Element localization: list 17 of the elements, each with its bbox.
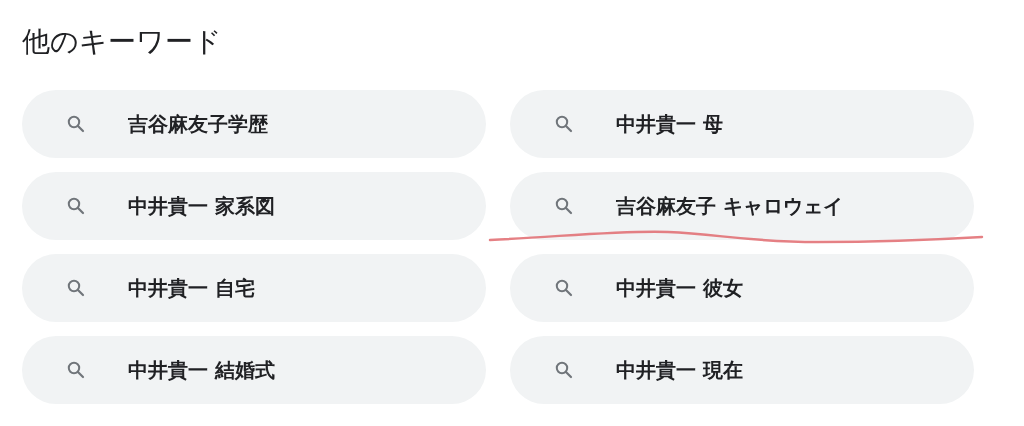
related-search-chip[interactable]: 中井貴一 家系図: [22, 172, 486, 240]
search-icon: [66, 196, 86, 216]
search-icon: [554, 360, 574, 380]
search-icon: [66, 360, 86, 380]
search-icon: [554, 278, 574, 298]
section-title: 他のキーワード: [22, 24, 222, 60]
related-search-chip[interactable]: 中井貴一 自宅: [22, 254, 486, 322]
search-icon: [554, 114, 574, 134]
related-search-chip[interactable]: 吉谷麻友子学歴: [22, 90, 486, 158]
related-search-chip[interactable]: 中井貴一 現在: [510, 336, 974, 404]
search-icon: [66, 114, 86, 134]
related-search-chip[interactable]: 中井貴一 母: [510, 90, 974, 158]
search-icon: [66, 278, 86, 298]
related-search-chip[interactable]: 中井貴一 結婚式: [22, 336, 486, 404]
related-search-chip[interactable]: 中井貴一 彼女: [510, 254, 974, 322]
search-icon: [554, 196, 574, 216]
related-search-chip[interactable]: 吉谷麻友子 キャロウェイ: [510, 172, 974, 240]
